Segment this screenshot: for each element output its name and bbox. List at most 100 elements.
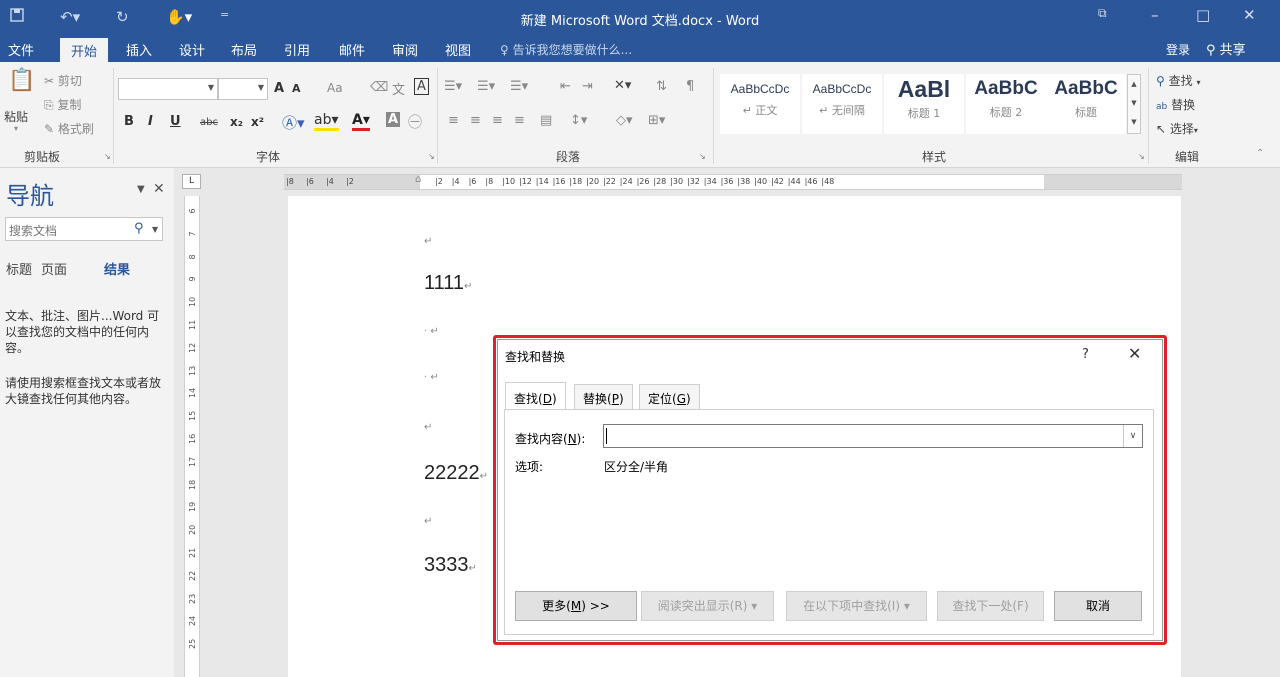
minimize-button[interactable]: – bbox=[1151, 6, 1159, 24]
sort-icon[interactable]: ⇅ bbox=[656, 79, 667, 94]
close-button[interactable]: ✕ bbox=[1243, 6, 1256, 24]
tab-home[interactable]: 开始 bbox=[60, 38, 109, 62]
paste-dropdown-icon[interactable]: ▾ bbox=[14, 124, 18, 133]
copy-button[interactable]: ⎘ 复制 bbox=[44, 96, 81, 113]
ribbon-display-icon[interactable]: ⧉ bbox=[1098, 6, 1107, 21]
tab-insert[interactable]: 插入 bbox=[126, 40, 152, 59]
subscript-button[interactable]: x₂ bbox=[230, 115, 243, 129]
paragraph-mark: · ↵ bbox=[424, 372, 439, 383]
ruler-tick-label: |28 bbox=[653, 177, 667, 186]
increase-indent-icon[interactable]: ⇥ bbox=[582, 79, 593, 94]
tab-layout[interactable]: 布局 bbox=[231, 40, 257, 59]
shading-icon[interactable]: ◇▾ bbox=[616, 113, 633, 128]
asian-layout-icon[interactable]: ✕▾ bbox=[614, 78, 631, 93]
chevron-down-icon[interactable]: ▼ bbox=[152, 225, 158, 234]
align-right-icon[interactable]: ≡ bbox=[492, 113, 503, 128]
styles-launcher-icon[interactable]: ↘ bbox=[1138, 152, 1145, 161]
nav-options-icon[interactable]: ▼ bbox=[137, 184, 145, 195]
share-button[interactable]: ⚲ 共享 bbox=[1206, 39, 1246, 58]
doc-paragraph[interactable]: 3333↵ bbox=[424, 554, 477, 577]
tell-me-box[interactable]: ♀ 告诉我您想要做什么... bbox=[500, 41, 632, 58]
grow-font-button[interactable]: A bbox=[274, 81, 284, 96]
show-formatting-icon[interactable]: ¶ bbox=[686, 79, 694, 94]
clear-format-icon[interactable]: ⌫ bbox=[370, 80, 388, 95]
close-icon[interactable]: ✕ bbox=[153, 181, 165, 197]
font-launcher-icon[interactable]: ↘ bbox=[428, 152, 435, 161]
paragraph-mark: · ↵ bbox=[424, 326, 439, 337]
indent-marker-icon[interactable]: ⌂ bbox=[415, 175, 421, 185]
clipboard-launcher-icon[interactable]: ↘ bbox=[104, 152, 111, 161]
search-icon[interactable]: ⚲ bbox=[134, 221, 144, 236]
doc-paragraph[interactable]: 1111↵ bbox=[424, 272, 472, 295]
italic-button[interactable]: I bbox=[148, 114, 153, 129]
nav-search-input[interactable]: 搜索文档 ⚲ ▼ bbox=[5, 217, 163, 241]
borders-icon[interactable]: ⊞▾ bbox=[648, 113, 665, 128]
superscript-button[interactable]: x² bbox=[251, 115, 264, 129]
nav-title: 导航 bbox=[6, 182, 54, 210]
paragraph-mark: ↵ bbox=[424, 422, 433, 433]
highlight-color-icon[interactable]: ab▾ bbox=[314, 112, 339, 131]
strikethrough-button[interactable]: abc bbox=[200, 117, 218, 128]
collapse-ribbon-icon[interactable]: ⌃ bbox=[1256, 148, 1264, 159]
multilevel-list-icon[interactable]: ☰▾ bbox=[510, 79, 528, 94]
style-heading-1[interactable]: AaBl 标题 1 bbox=[884, 74, 964, 134]
distributed-icon[interactable]: ▤ bbox=[540, 113, 552, 128]
nav-tab-pages[interactable]: 页面 bbox=[41, 259, 67, 278]
nav-tab-headings[interactable]: 标题 bbox=[6, 259, 32, 278]
style-title[interactable]: AaBbC 标题 bbox=[1046, 74, 1126, 134]
tab-review[interactable]: 审阅 bbox=[392, 40, 418, 59]
ruler-tick-label: |8 bbox=[485, 177, 494, 186]
paste-button[interactable]: 粘贴 bbox=[4, 108, 28, 125]
tab-references[interactable]: 引用 bbox=[284, 40, 310, 59]
format-painter-button[interactable]: ✎ 格式刷 bbox=[44, 120, 94, 137]
line-spacing-icon[interactable]: ↕▾ bbox=[570, 113, 587, 128]
font-name-combo[interactable]: ▼ bbox=[118, 78, 218, 100]
style-normal[interactable]: AaBbCcDc ↵ 正文 bbox=[720, 74, 800, 134]
align-center-icon[interactable]: ≡ bbox=[470, 113, 481, 128]
tab-selector[interactable]: L bbox=[182, 174, 201, 189]
styles-gallery-scroll[interactable]: ▲ ▼ ▼ bbox=[1127, 74, 1141, 134]
ruler-tick-label: |22 bbox=[603, 177, 616, 186]
phonetic-guide-button[interactable]: 文 bbox=[392, 79, 405, 98]
login-link[interactable]: 登录 bbox=[1166, 41, 1190, 58]
font-size-combo[interactable]: ▼ bbox=[218, 78, 268, 100]
tab-design[interactable]: 设计 bbox=[179, 40, 205, 59]
bold-button[interactable]: B bbox=[124, 114, 134, 129]
paragraph-launcher-icon[interactable]: ↘ bbox=[699, 152, 706, 161]
enclose-characters-icon[interactable]: ㊀ bbox=[408, 112, 422, 132]
ruler-tick-label: |30 bbox=[670, 177, 684, 186]
style-no-spacing[interactable]: AaBbCcDc ↵ 无间隔 bbox=[802, 74, 882, 134]
underline-button[interactable]: U bbox=[170, 114, 181, 129]
find-button[interactable]: ⚲ 查找 ▾ bbox=[1156, 72, 1200, 89]
ruler-tick-label: 7 bbox=[188, 231, 197, 237]
style-heading-2[interactable]: AaBbC 标题 2 bbox=[966, 74, 1046, 134]
replace-button[interactable]: ab 替换 bbox=[1156, 96, 1195, 113]
justify-icon[interactable]: ≡ bbox=[514, 113, 525, 128]
shrink-font-button[interactable]: A bbox=[292, 82, 301, 95]
tab-mailings[interactable]: 邮件 bbox=[339, 40, 365, 59]
change-case-button[interactable]: Aa bbox=[327, 81, 343, 95]
bullets-icon[interactable]: ☰▾ bbox=[444, 79, 462, 94]
decrease-indent-icon[interactable]: ⇤ bbox=[560, 79, 571, 94]
select-button[interactable]: ↖ 选择▾ bbox=[1156, 120, 1198, 137]
horizontal-ruler[interactable]: |8 |6 |4 |2 |2 |4 |6 |8 |10 |12 |14 |16 |18 |20 |22 |24… bbox=[284, 174, 1182, 190]
vertical-ruler[interactable]: 6 7 8 9 10 11 12 13 14 15 16 17 18 19 20 21 22 23 24 25 bbox=[184, 196, 200, 677]
tab-view[interactable]: 视图 bbox=[445, 40, 471, 59]
character-shading-icon[interactable]: A bbox=[386, 112, 401, 127]
chevron-down-icon: ▼ bbox=[207, 83, 214, 92]
window-title: 新建 Microsoft Word 文档.docx - Word bbox=[520, 14, 760, 29]
text-effects-icon[interactable]: Ⓐ▾ bbox=[282, 112, 305, 133]
font-color-icon[interactable]: A▾ bbox=[352, 112, 370, 131]
ruler-tick-label: 14 bbox=[188, 388, 197, 399]
nav-tab-results[interactable]: 结果 bbox=[104, 259, 130, 278]
numbering-icon[interactable]: ☰▾ bbox=[477, 79, 495, 94]
character-border-button[interactable]: A bbox=[414, 78, 429, 95]
maximize-button[interactable]: □ bbox=[1196, 6, 1210, 24]
paragraph-group-label: 段落 bbox=[556, 150, 581, 164]
tab-file[interactable]: 文件 bbox=[8, 40, 34, 59]
paste-icon[interactable]: 📋 bbox=[8, 68, 35, 93]
doc-paragraph[interactable]: 22222↵ bbox=[424, 462, 488, 485]
cut-button[interactable]: ✂ 剪切 bbox=[44, 72, 82, 89]
scissors-icon: ✂ bbox=[44, 74, 58, 88]
align-left-icon[interactable]: ≡ bbox=[448, 113, 459, 128]
